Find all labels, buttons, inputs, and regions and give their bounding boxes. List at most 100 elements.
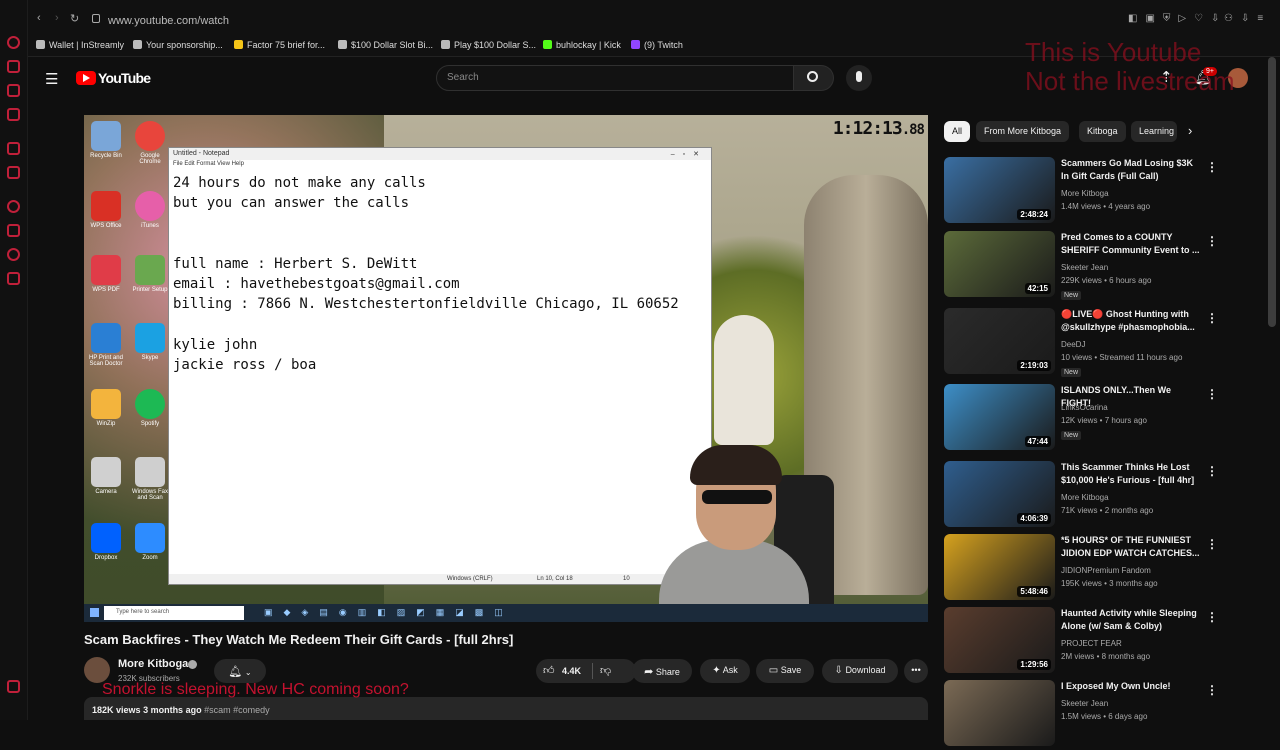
desktop-icon[interactable]: iTunes — [130, 191, 170, 229]
chip-from-channel[interactable]: From More Kitboga — [976, 121, 1070, 142]
kebab-menu-icon[interactable]: ⋮ — [1206, 387, 1218, 401]
video-thumbnail[interactable]: 2:48:24 — [944, 157, 1055, 223]
channel-name[interactable]: More Kitboga — [118, 658, 188, 670]
desktop-icon[interactable]: Recycle Bin — [86, 121, 126, 159]
search-input[interactable]: Search — [436, 65, 794, 91]
kebab-menu-icon[interactable]: ⋮ — [1206, 311, 1218, 325]
desktop-icon[interactable]: Dropbox — [86, 523, 126, 561]
channel-name[interactable]: LinksOcarina — [1061, 403, 1108, 412]
video-thumbnail[interactable] — [944, 680, 1055, 746]
chevron-right-icon[interactable]: › — [1188, 123, 1192, 138]
video-thumbnail[interactable]: 1:29:56 — [944, 607, 1055, 673]
bookmark-item[interactable]: $100 Dollar Slot Bi... — [338, 40, 433, 50]
channel-name[interactable]: More Kitboga — [1061, 189, 1109, 198]
video-thumbnail[interactable]: 42:15 — [944, 231, 1055, 297]
toolbar-icons[interactable]: ◧▣⛨▷♡⇩ — [1128, 13, 1227, 24]
bookmark-icon[interactable] — [7, 60, 20, 73]
video-title[interactable]: This Scammer Thinks He Lost $10,000 He's… — [1061, 461, 1201, 487]
channel-avatar[interactable] — [84, 657, 110, 683]
window-controls-icon[interactable]: –▫✕ — [671, 150, 707, 158]
notepad-titlebar[interactable]: Untitled - Notepad –▫✕ — [169, 148, 711, 160]
player-icon[interactable] — [7, 142, 20, 155]
desktop-icon[interactable]: Zoom — [130, 523, 170, 561]
history-icon[interactable] — [7, 36, 20, 49]
bookmark-item[interactable]: Wallet | InStreamly — [36, 40, 124, 50]
desktop-icon[interactable]: HP Print and Scan Doctor — [86, 323, 126, 367]
channel-name[interactable]: More Kitboga — [1061, 493, 1109, 502]
dislike-icon[interactable]: 👎︎ — [600, 664, 611, 677]
channel-name[interactable]: PROJECT FEAR — [1061, 639, 1122, 648]
bookmark-item[interactable]: buhlockay | Kick — [543, 40, 621, 50]
save-button[interactable]: ▭ Save — [756, 659, 814, 683]
channel-name[interactable]: Skeeter Jean — [1061, 263, 1108, 272]
taskbar-search[interactable]: Type here to search — [104, 606, 244, 620]
recommended-video[interactable]: I Exposed My Own Uncle! Skeeter Jean 1.5M … — [944, 680, 1274, 750]
notepad-window[interactable]: Untitled - Notepad –▫✕ File Edit Format … — [168, 147, 712, 585]
channel-name[interactable]: DeeDJ — [1061, 340, 1085, 349]
reload-icon[interactable]: ↻ — [70, 12, 79, 25]
download-button[interactable]: ⇩ Download — [822, 659, 898, 683]
recommended-video[interactable]: 2:19:03 🔴LIVE🔴 Ghost Hunting with @skullz… — [944, 308, 1274, 378]
video-thumbnail[interactable]: 4:06:39 — [944, 461, 1055, 527]
twitch-icon[interactable] — [7, 166, 20, 179]
extensions-icon[interactable] — [7, 108, 20, 121]
chip-learning[interactable]: Learning — [1131, 121, 1177, 142]
video-thumbnail[interactable]: 5:48:46 — [944, 534, 1055, 600]
share-button[interactable]: ➦ Share — [632, 659, 692, 683]
notepad-line[interactable]: email : havethebestgoats@gmail.com — [173, 274, 707, 294]
desktop-icon[interactable]: Skype — [130, 323, 170, 361]
like-icon[interactable]: 👍︎ — [543, 664, 555, 677]
video-title[interactable]: Pred Comes to a COUNTY SHERIFF Community… — [1061, 231, 1201, 257]
desktop-icon[interactable]: Camera — [86, 457, 126, 495]
notepad-line[interactable]: full name : Herbert S. DeWitt — [173, 254, 707, 274]
recommended-video[interactable]: 5:48:46 *5 HOURS* OF THE FUNNIEST JIDION … — [944, 534, 1274, 604]
forward-icon[interactable]: › — [55, 12, 59, 24]
kebab-menu-icon[interactable]: ⋮ — [1206, 234, 1218, 248]
bookmark-item[interactable]: Your sponsorship... — [133, 40, 223, 50]
windows-start-icon[interactable] — [90, 608, 99, 617]
menu-icon[interactable]: ☰ — [45, 70, 58, 88]
recommended-video[interactable]: 2:48:24 Scammers Go Mad Losing $3K In Gif… — [944, 157, 1274, 227]
close-sidebar-icon[interactable] — [7, 680, 20, 693]
notepad-line[interactable]: jackie ross / boa — [173, 355, 707, 375]
notepad-line[interactable]: billing : 7866 N. Westchestertonfieldvil… — [173, 294, 707, 314]
search-button[interactable] — [794, 65, 834, 91]
notepad-line[interactable]: 24 hours do not make any calls — [173, 173, 707, 193]
youtube-logo-text[interactable]: YouTube — [98, 70, 151, 86]
kebab-menu-icon[interactable]: ⋮ — [1206, 683, 1218, 697]
hashtags[interactable]: #scam #comedy — [204, 705, 270, 715]
kebab-menu-icon[interactable]: ⋮ — [1206, 464, 1218, 478]
recommended-video[interactable]: 42:15 Pred Comes to a COUNTY SHERIFF Comm… — [944, 231, 1274, 301]
wallet-icon[interactable] — [7, 84, 20, 97]
chip-all[interactable]: All — [944, 121, 971, 142]
desktop-icon[interactable]: WinZip — [86, 389, 126, 427]
address-bar[interactable]: www.youtube.com/watch — [108, 15, 229, 27]
recommended-video[interactable]: 1:29:56 Haunted Activity while Sleeping A… — [944, 607, 1274, 677]
like-count[interactable]: 4.4K — [562, 666, 581, 676]
recommended-video[interactable]: 4:06:39 This Scammer Thinks He Lost $10,0… — [944, 461, 1274, 531]
video-thumbnail[interactable]: 47:44 — [944, 384, 1055, 450]
desktop-icon[interactable]: WPS PDF — [86, 255, 126, 293]
bookmark-item[interactable]: Play $100 Dollar S... — [441, 40, 536, 50]
desktop-icon[interactable]: Spotify — [130, 389, 170, 427]
chip-kitboga[interactable]: Kitboga — [1079, 121, 1126, 142]
channel-name[interactable]: Skeeter Jean — [1061, 699, 1108, 708]
desktop-icon[interactable]: Windows Fax and Scan — [130, 457, 170, 501]
voice-search-button[interactable] — [846, 65, 872, 91]
ask-button[interactable]: ✦ Ask — [700, 659, 750, 683]
taskbar-apps-icon[interactable]: ▣◆◈▤◉▥◧▨◩▦◪▩◫ — [264, 607, 514, 618]
notepad-line[interactable]: kylie john — [173, 335, 707, 355]
recommended-video[interactable]: 47:44 ISLANDS ONLY...Then We FIGHT! LinksO… — [944, 384, 1274, 454]
notepad-menu[interactable]: File Edit Format View Help — [169, 160, 711, 169]
video-thumbnail[interactable]: 2:19:03 — [944, 308, 1055, 374]
description-box[interactable]: 182K views 3 months ago #scam #comedy — [84, 697, 928, 720]
kebab-menu-icon[interactable]: ⋮ — [1206, 537, 1218, 551]
subscribed-button[interactable]: 🔔︎ ⌄ — [214, 659, 266, 683]
more-actions-button[interactable]: ••• — [904, 659, 928, 683]
desktop-icon[interactable]: Google Chrome — [130, 121, 170, 165]
desktop-icon[interactable]: Printer Setup — [130, 255, 170, 293]
notepad-line[interactable] — [173, 234, 707, 254]
channel-name[interactable]: JIDIONPremium Fandom — [1061, 566, 1151, 575]
kebab-menu-icon[interactable]: ⋮ — [1206, 160, 1218, 174]
video-title[interactable]: 🔴LIVE🔴 Ghost Hunting with @skullzhype #p… — [1061, 308, 1201, 334]
